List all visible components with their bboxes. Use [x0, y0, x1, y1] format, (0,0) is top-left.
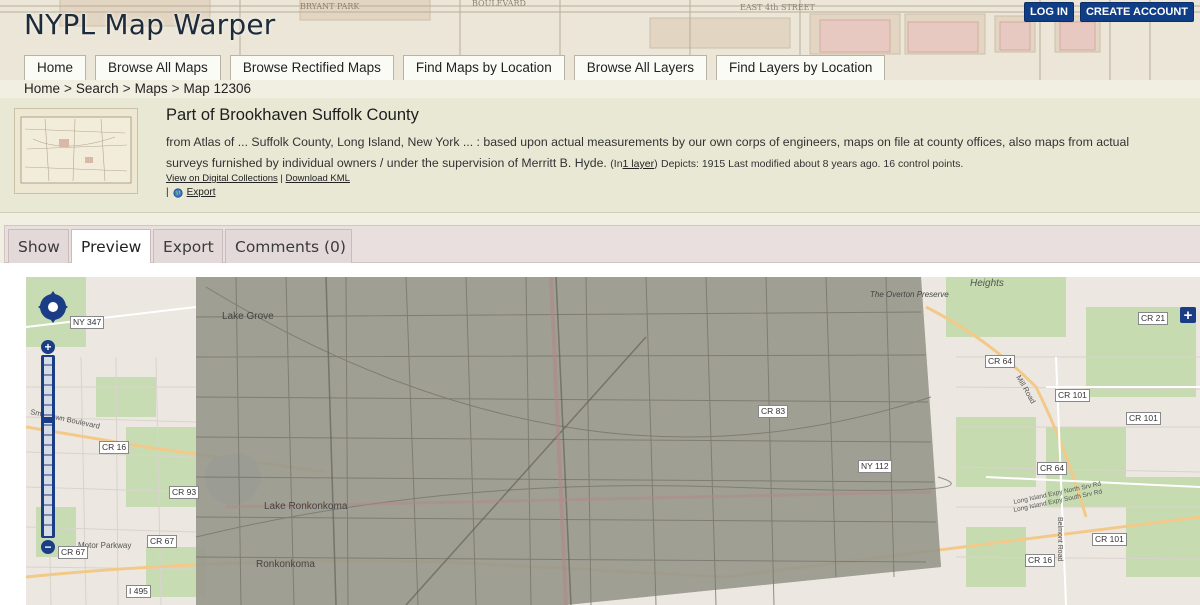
route-label: CR 101: [1092, 533, 1127, 546]
breadcrumb-search[interactable]: Search: [76, 81, 119, 96]
map-info-panel: Part of Brookhaven Suffolk County from A…: [0, 98, 1200, 213]
site-logo[interactable]: NYPL Map Warper: [24, 8, 276, 41]
map-preview-container: Lake Grove Heights Lake Ronkonkoma Ronko…: [0, 263, 1200, 605]
zoom-out-button[interactable]: −: [41, 540, 55, 554]
breadcrumb-home[interactable]: Home: [24, 81, 60, 96]
map-tabs: Show Preview Export Comments (0): [4, 225, 1200, 265]
export-line: | Export: [166, 187, 216, 198]
layer-switcher-button[interactable]: +: [1180, 307, 1196, 324]
route-label: CR 101: [1055, 389, 1090, 402]
breadcrumb: Home > Search > Maps > Map 12306: [24, 81, 251, 96]
route-label: CR 67: [147, 535, 178, 548]
nav-browse-all-maps[interactable]: Browse All Maps: [95, 55, 221, 80]
zoom-slider-track: [42, 357, 54, 536]
nav-home[interactable]: Home: [24, 55, 87, 80]
route-label: CR 16: [99, 441, 130, 454]
route-label: CR 21: [1138, 312, 1169, 325]
route-label: CR 67: [58, 546, 89, 559]
svg-text:BOULEVARD: BOULEVARD: [472, 0, 526, 8]
svg-text:EAST 4th STREET: EAST 4th STREET: [740, 3, 815, 12]
zoom-in-button[interactable]: +: [41, 340, 55, 354]
route-label: I 495: [126, 585, 151, 598]
route-label: CR 101: [1126, 412, 1161, 425]
breadcrumb-separator: >: [122, 81, 131, 96]
login-button[interactable]: LOG IN: [1024, 2, 1074, 22]
map-links: View on Digital Collections | Download K…: [166, 173, 350, 184]
nav-browse-all-layers[interactable]: Browse All Layers: [573, 55, 707, 80]
breadcrumb-current: Map 12306: [183, 81, 252, 96]
map-description-block: from Atlas of ... Suffolk County, Long I…: [166, 132, 1166, 175]
map-canvas[interactable]: Lake Grove Heights Lake Ronkonkoma Ronko…: [26, 277, 1200, 605]
route-label: NY 347: [70, 316, 105, 329]
tab-show[interactable]: Show: [8, 229, 69, 264]
globe-icon: [173, 187, 183, 198]
create-account-button[interactable]: CREATE ACCOUNT: [1079, 2, 1194, 22]
place-label-lake-ronkonkoma: Lake Ronkonkoma: [264, 501, 348, 512]
route-label: CR 64: [1037, 462, 1068, 475]
place-label-heights: Heights: [970, 278, 1004, 289]
nav-browse-rectified-maps[interactable]: Browse Rectified Maps: [229, 55, 394, 80]
route-label: NY 112: [858, 460, 892, 473]
layer-prefix: (In: [610, 158, 623, 170]
svg-text:BRYANT PARK: BRYANT PARK: [300, 2, 360, 11]
place-label-lake-grove: Lake Grove: [222, 311, 274, 322]
breadcrumb-separator: >: [171, 81, 180, 96]
link-separator: |: [280, 173, 283, 184]
view-on-digital-collections-link[interactable]: View on Digital Collections: [166, 173, 278, 184]
download-kml-link[interactable]: Download KML: [286, 173, 350, 184]
layer-suffix: ): [654, 158, 658, 170]
tab-export[interactable]: Export: [153, 229, 223, 264]
map-thumbnail-image: [15, 109, 137, 193]
zoom-slider[interactable]: [41, 355, 55, 538]
breadcrumb-separator: >: [64, 81, 72, 96]
nav-find-layers-by-location[interactable]: Find Layers by Location: [716, 55, 886, 80]
site-header: BRYANT PARK EAST 4th STREET BOULEVARD NY…: [0, 0, 1200, 80]
main-nav: Home Browse All Maps Browse Rectified Ma…: [24, 55, 894, 80]
tab-comments[interactable]: Comments (0): [225, 229, 352, 264]
route-label: CR 64: [985, 355, 1016, 368]
pan-control[interactable]: [37, 289, 69, 325]
nav-find-maps-by-location[interactable]: Find Maps by Location: [402, 55, 565, 80]
place-label-overton-preserve: The Overton Preserve: [870, 290, 949, 299]
map-title: Part of Brookhaven Suffolk County: [166, 106, 419, 124]
layer-link[interactable]: 1 layer: [623, 158, 655, 170]
tab-preview[interactable]: Preview: [71, 229, 151, 265]
place-label-ronkonkoma: Ronkonkoma: [256, 559, 315, 570]
route-label: CR 83: [758, 405, 789, 418]
map-meta: Depicts: 1915 Last modified about 8 year…: [660, 158, 964, 170]
export-separator: |: [166, 187, 169, 198]
place-label-belmont-road: Belmont Road: [1056, 517, 1063, 561]
route-label: CR 93: [169, 486, 200, 499]
map-thumbnail[interactable]: [14, 108, 138, 194]
route-label: CR 16: [1025, 554, 1056, 567]
breadcrumb-maps[interactable]: Maps: [135, 81, 168, 96]
export-link[interactable]: Export: [187, 187, 216, 198]
auth-buttons: LOG IN CREATE ACCOUNT: [1024, 2, 1194, 22]
